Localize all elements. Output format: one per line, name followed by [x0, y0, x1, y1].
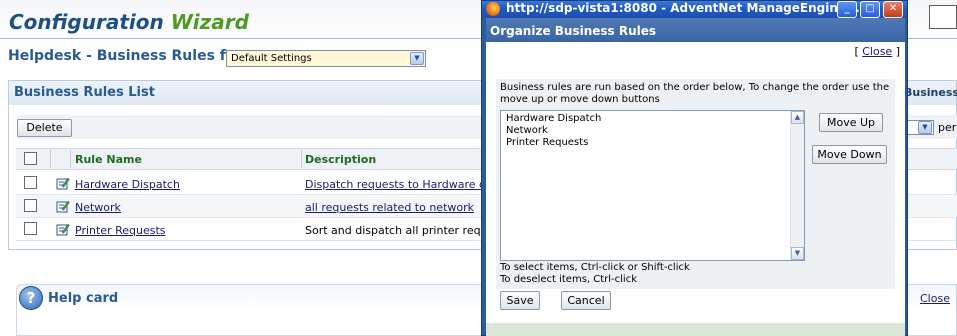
row-checkbox[interactable] — [24, 176, 37, 189]
help-icon: ? — [19, 286, 43, 310]
rule-name-link[interactable]: Printer Requests — [75, 224, 166, 237]
row-checkbox[interactable] — [24, 199, 37, 212]
cancel-button[interactable]: Cancel — [561, 291, 611, 310]
wizard-title-accent: Wizard — [170, 10, 249, 34]
row-checkbox[interactable] — [24, 222, 37, 235]
move-down-button[interactable]: Move Down — [812, 145, 887, 164]
per-page-select[interactable]: ▼ — [904, 120, 934, 135]
panel-title: Business Rules List — [14, 85, 155, 100]
popup-title: Organize Business Rules — [490, 24, 657, 38]
popup-footer — [486, 323, 905, 336]
scroll-up-icon[interactable]: ▲ — [791, 111, 804, 124]
organize-rules-window: http://sdp-vista1:8080 - AdventNet Manag… — [481, 0, 908, 336]
column-divider — [70, 150, 71, 168]
right-section-label: Business — [904, 86, 957, 99]
list-item[interactable]: Network — [506, 125, 548, 136]
rule-name-link[interactable]: Network — [75, 201, 121, 214]
wizard-title-main: Configuration — [9, 10, 164, 34]
close-window-button[interactable]: ✕ — [883, 1, 903, 18]
instruction-text: Business rules are run based on the orde… — [500, 82, 890, 105]
selection-hint: To select items, Ctrl-click or Shift-cli… — [500, 262, 690, 286]
list-item[interactable]: Hardware Dispatch — [506, 113, 601, 124]
background-window-frame — [929, 5, 957, 29]
help-card-title: Help card — [48, 291, 119, 306]
scroll-down-icon[interactable]: ▼ — [791, 247, 804, 260]
settings-select[interactable]: Default Settings ▼ — [226, 50, 426, 67]
edit-icon[interactable] — [56, 223, 70, 236]
column-divider — [301, 150, 302, 168]
move-up-button[interactable]: Move Up — [819, 113, 883, 132]
column-divider — [50, 150, 51, 168]
browser-icon — [486, 2, 500, 16]
wizard-title: Configuration Wizard — [9, 10, 249, 34]
popup-close-link[interactable]: Close — [862, 45, 892, 58]
listbox-scrollbar[interactable]: ▲ ▼ — [790, 111, 804, 260]
per-page-label: per — [938, 121, 957, 134]
window-titlebar[interactable]: http://sdp-vista1:8080 - AdventNet Manag… — [482, 1, 907, 18]
edit-icon[interactable] — [56, 177, 70, 190]
save-button[interactable]: Save — [500, 291, 540, 310]
rule-name-link[interactable]: Hardware Dispatch — [75, 178, 180, 191]
rule-description-link[interactable]: Dispatch requests to Hardware d — [305, 178, 486, 191]
popup-body: Organize Business Rules [ Close ] Busine… — [486, 18, 905, 336]
edit-icon[interactable] — [56, 200, 70, 213]
window-title: http://sdp-vista1:8080 - AdventNet Manag… — [506, 1, 860, 15]
column-header-rule-name[interactable]: Rule Name — [75, 153, 142, 166]
help-close-link[interactable]: Close — [920, 292, 950, 305]
chevron-down-icon[interactable]: ▼ — [410, 52, 424, 65]
helpdesk-label: Helpdesk - Business Rules for — [8, 48, 243, 64]
popup-close: [ Close ] — [854, 45, 900, 58]
rule-description: Sort and dispatch all printer req — [305, 224, 481, 237]
chevron-down-icon[interactable]: ▼ — [918, 121, 932, 134]
rules-listbox[interactable]: Hardware Dispatch Network Printer Reques… — [500, 110, 805, 261]
delete-button[interactable]: Delete — [17, 119, 72, 137]
maximize-button[interactable]: □ — [860, 1, 880, 18]
select-all-checkbox[interactable] — [24, 152, 37, 165]
popup-header: Organize Business Rules — [486, 18, 905, 42]
select-hint: To select items, Ctrl-click or Shift-cli… — [500, 262, 690, 273]
minimize-button[interactable]: _ — [837, 1, 857, 18]
deselect-hint: To deselect items, Ctrl-click — [500, 274, 638, 285]
column-header-description[interactable]: Description — [305, 153, 376, 166]
list-item[interactable]: Printer Requests — [506, 137, 588, 148]
rule-description-link[interactable]: all requests related to network — [305, 201, 474, 214]
settings-select-value: Default Settings — [231, 53, 312, 64]
